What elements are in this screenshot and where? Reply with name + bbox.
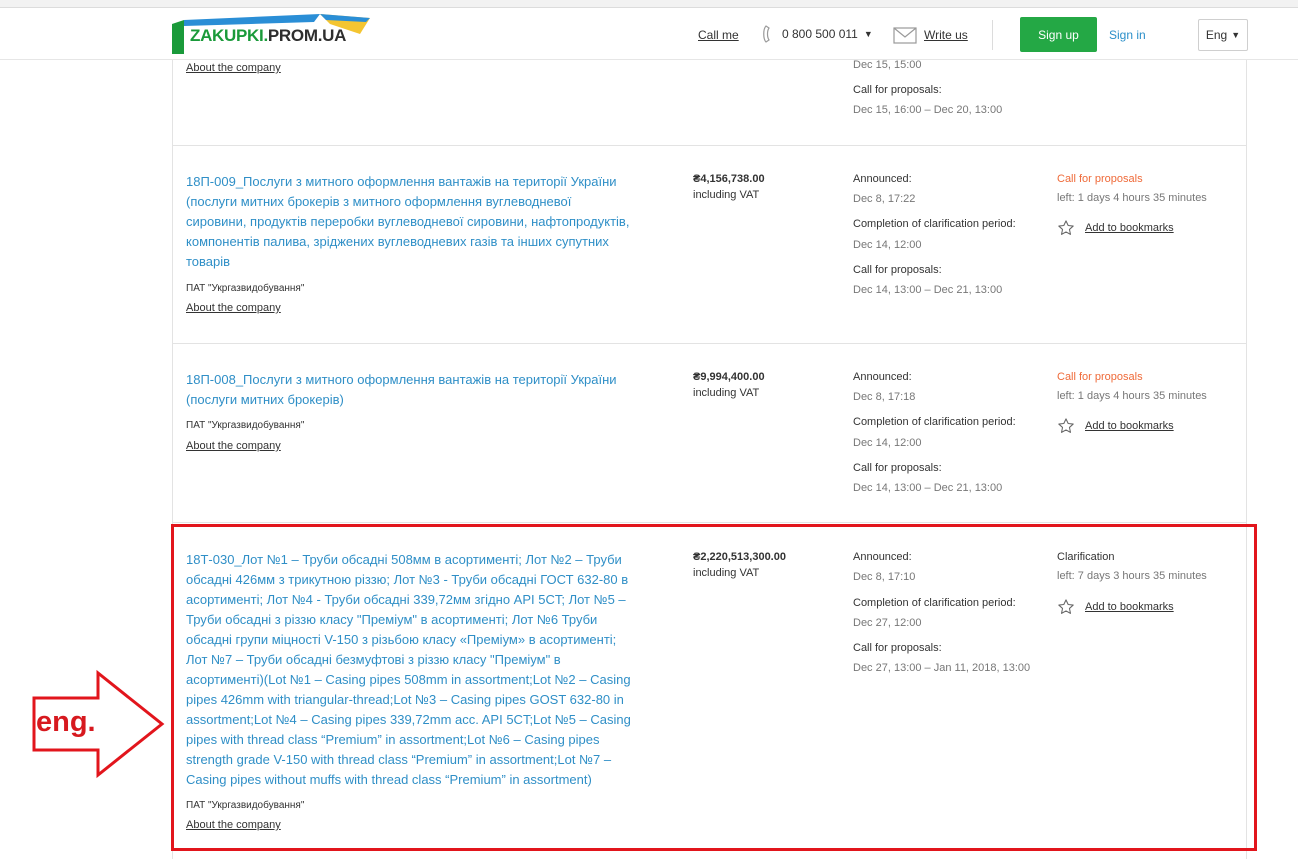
announced-date: Dec 8, 17:18: [853, 391, 916, 403]
browser-top-strip: [0, 0, 1298, 8]
bookmark-label: Add to bookmarks: [1085, 420, 1174, 432]
partial-call-label: Call for proposals:: [853, 84, 942, 96]
title-line: 18П-008_Послуги з митного оформлення ван…: [186, 372, 617, 387]
announced-label: Announced:: [853, 371, 912, 383]
clarification-date: Dec 14, 12:00: [853, 239, 922, 251]
vat-note: including VAT: [693, 189, 760, 201]
time-left: left: 1 days 4 hours 35 minutes: [1057, 390, 1207, 402]
annotation-label: eng.: [36, 706, 96, 738]
star-icon: [1058, 220, 1074, 235]
status-badge: Call for proposals: [1057, 173, 1143, 185]
bookmark-label: Add to bookmarks: [1085, 222, 1174, 234]
about-company-link[interactable]: About the company: [186, 440, 281, 452]
language-select[interactable]: Eng ▼: [1198, 19, 1248, 51]
tender-title-link[interactable]: 18П-008_Послуги з митного оформлення ван…: [186, 370, 617, 410]
logo-text: ZAKUPKI.PROM.UA: [190, 26, 347, 45]
row-divider: [172, 522, 1247, 523]
row-divider: [172, 343, 1247, 344]
sign-up-button[interactable]: Sign up: [1020, 17, 1097, 52]
call-range: Dec 14, 13:00 – Dec 21, 13:00: [853, 482, 1003, 494]
partial-date: Dec 15, 15:00: [853, 59, 922, 71]
tender-price: ₴4,156,738.00: [693, 173, 765, 185]
phone-number: 0 800 500 011: [782, 27, 858, 41]
title-line: товарів: [186, 254, 231, 269]
title-line: (послуги митних брокерів з митного оформ…: [186, 194, 572, 209]
clarification-label: Completion of clarification period:: [853, 416, 1016, 428]
language-value: Eng: [1205, 28, 1228, 42]
vat-note: including VAT: [693, 387, 760, 399]
title-line: 18П-009_Послуги з митного оформлення ван…: [186, 174, 617, 189]
about-company-link[interactable]: About the company: [186, 62, 281, 74]
clarification-date: Dec 14, 12:00: [853, 437, 922, 449]
clarification-label: Completion of clarification period:: [853, 218, 1016, 230]
sign-in-link[interactable]: Sign in: [1109, 28, 1146, 42]
title-line: (послуги митних брокерів): [186, 392, 344, 407]
announced-label: Announced:: [853, 173, 912, 185]
partial-call-range: Dec 15, 16:00 – Dec 20, 13:00: [853, 104, 1003, 116]
call-label: Call for proposals:: [853, 462, 942, 474]
chevron-down-icon: ▼: [1231, 30, 1241, 40]
about-company-link[interactable]: About the company: [186, 302, 281, 314]
phone-icon: [763, 25, 770, 43]
call-range: Dec 14, 13:00 – Dec 21, 13:00: [853, 284, 1003, 296]
highlight-box: [171, 524, 1257, 851]
write-us-link[interactable]: Write us: [924, 28, 968, 42]
chevron-down-icon: ▼: [863, 29, 873, 39]
phone-dropdown[interactable]: 0 800 500 011 ▼: [762, 24, 873, 44]
row-divider: [172, 145, 1247, 146]
organization-name: ПАТ "Укргазвидобування": [186, 283, 305, 294]
title-line: сировини, продуктів переробки вуглеводне…: [186, 214, 630, 229]
title-line: компонентів палива, зріджених вуглеводне…: [186, 234, 609, 249]
header-divider: [992, 20, 993, 50]
site-logo[interactable]: ZAKUPKI.PROM.UA: [170, 14, 380, 56]
status-badge: Call for proposals: [1057, 371, 1143, 383]
call-me-link[interactable]: Call me: [698, 28, 739, 42]
add-bookmark-button[interactable]: Add to bookmarks: [1057, 219, 1174, 237]
tender-price: ₴9,994,400.00: [693, 371, 765, 383]
add-bookmark-button[interactable]: Add to bookmarks: [1057, 417, 1174, 435]
organization-name: ПАТ "Укргазвидобування": [186, 420, 305, 431]
call-label: Call for proposals:: [853, 264, 942, 276]
announced-date: Dec 8, 17:22: [853, 193, 916, 205]
site-header: ZAKUPKI.PROM.UA Call me 0 800 500 011 ▼ …: [0, 8, 1298, 60]
star-icon: [1058, 418, 1074, 433]
envelope-icon: [893, 27, 917, 44]
time-left: left: 1 days 4 hours 35 minutes: [1057, 192, 1207, 204]
tender-title-link[interactable]: 18П-009_Послуги з митного оформлення ван…: [186, 172, 629, 272]
